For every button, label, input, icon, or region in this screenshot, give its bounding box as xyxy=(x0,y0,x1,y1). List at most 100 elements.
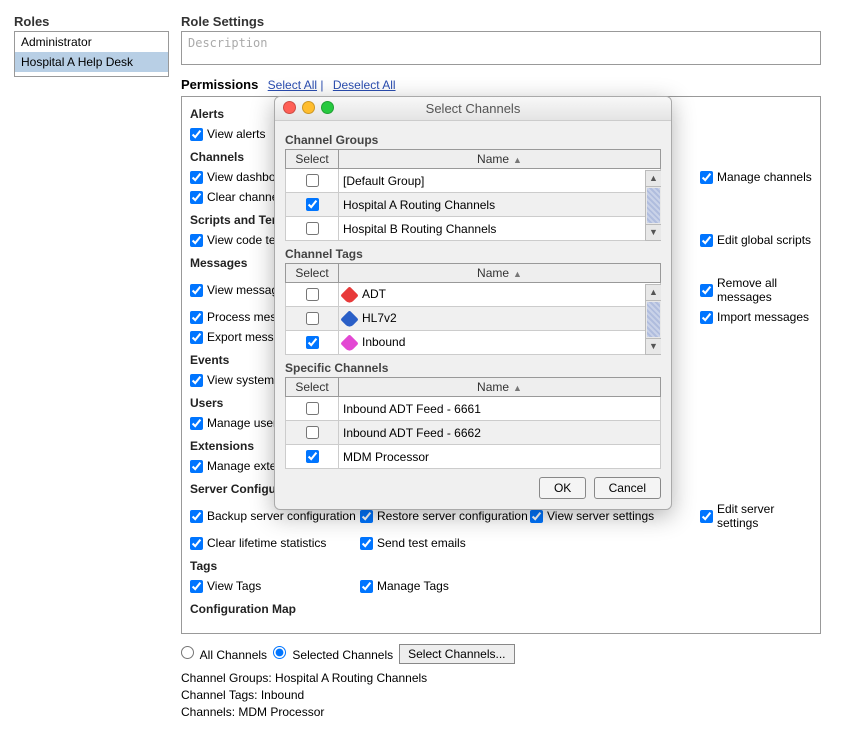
cb-view-server[interactable] xyxy=(530,510,543,523)
row-checkbox[interactable] xyxy=(306,312,319,325)
radio-selected-channels[interactable]: Selected Channels xyxy=(273,646,393,662)
cell[interactable]: Inbound ADT Feed - 6661 xyxy=(339,397,661,421)
lbl: Manage channels xyxy=(717,170,812,184)
tag-icon xyxy=(340,286,358,304)
table-row: Inbound ADT Feed - 6661 xyxy=(286,397,661,421)
sort-asc-icon: ▲ xyxy=(513,383,522,393)
deselect-all-link[interactable]: Deselect All xyxy=(333,78,396,92)
col-name[interactable]: Name▲ xyxy=(339,378,661,397)
lbl: Clear lifetime statistics xyxy=(207,536,326,550)
summary-groups: Channel Groups: Hospital A Routing Chann… xyxy=(181,670,851,687)
cb-remove-all-msg[interactable] xyxy=(700,284,713,297)
cb-view-msg[interactable] xyxy=(190,284,203,297)
group-config-map: Configuration Map xyxy=(190,602,812,616)
scrollbar[interactable]: ▲▼ xyxy=(645,284,661,355)
row-checkbox[interactable] xyxy=(306,174,319,187)
cb-process-msg[interactable] xyxy=(190,311,203,324)
section-tags: Channel Tags xyxy=(285,247,661,261)
lbl: Selected Channels xyxy=(292,648,393,662)
role-item[interactable]: Administrator xyxy=(15,32,168,52)
lbl: View Tags xyxy=(207,579,261,593)
table-row: [Default Group] xyxy=(286,169,661,193)
row-checkbox[interactable] xyxy=(306,222,319,235)
cb-view-tags[interactable] xyxy=(190,580,203,593)
lbl: Send test emails xyxy=(377,536,466,550)
summary-tags: Channel Tags: Inbound xyxy=(181,687,851,704)
col-select[interactable]: Select xyxy=(286,264,339,283)
table-row: Hospital A Routing Channels xyxy=(286,193,661,217)
cb-clear-stats[interactable] xyxy=(190,537,203,550)
cb-view-dash[interactable] xyxy=(190,171,203,184)
cb-send-test[interactable] xyxy=(360,537,373,550)
cb-view-code[interactable] xyxy=(190,234,203,247)
cb-export-msg[interactable] xyxy=(190,331,203,344)
cb-manage-channels[interactable] xyxy=(700,171,713,184)
permissions-label: Permissions xyxy=(181,77,258,92)
cell[interactable]: MDM Processor xyxy=(339,445,661,469)
cancel-button[interactable]: Cancel xyxy=(594,477,661,499)
cell[interactable]: Inbound xyxy=(339,331,661,355)
lbl: Remove all messages xyxy=(717,276,812,304)
cell[interactable]: Hospital A Routing Channels xyxy=(339,193,661,217)
cb-manage-ext[interactable] xyxy=(190,460,203,473)
dialog-title: Select Channels xyxy=(426,101,521,116)
row-checkbox[interactable] xyxy=(306,336,319,349)
cell[interactable]: Inbound ADT Feed - 6662 xyxy=(339,421,661,445)
col-name[interactable]: Name▲ xyxy=(339,150,661,169)
radio-all-channels[interactable]: All Channels xyxy=(181,646,267,662)
table-row: Inbound ADT Feed - 6662 xyxy=(286,421,661,445)
lbl: Edit global scripts xyxy=(717,233,811,247)
cb-manage-tags[interactable] xyxy=(360,580,373,593)
lbl: View alerts xyxy=(207,127,265,141)
lbl: Manage Tags xyxy=(377,579,449,593)
row-checkbox[interactable] xyxy=(306,426,319,439)
cb-view-events[interactable] xyxy=(190,374,203,387)
lbl: Restore server configuration xyxy=(377,509,528,523)
close-icon[interactable] xyxy=(283,101,296,114)
cb-edit-global[interactable] xyxy=(700,234,713,247)
cb-restore[interactable] xyxy=(360,510,373,523)
lbl: Manage users xyxy=(207,416,283,430)
row-checkbox[interactable] xyxy=(306,198,319,211)
lbl: Import messages xyxy=(717,310,809,324)
scrollbar[interactable]: ▲▼ xyxy=(645,170,661,241)
col-select[interactable]: Select xyxy=(286,378,339,397)
group-tags: Tags xyxy=(190,559,812,573)
description-input[interactable]: Description xyxy=(181,31,821,65)
role-item[interactable]: Hospital A Help Desk xyxy=(15,52,168,72)
dialog-titlebar: Select Channels xyxy=(275,97,671,121)
row-checkbox[interactable] xyxy=(306,450,319,463)
ok-button[interactable]: OK xyxy=(539,477,586,499)
lbl: View server settings xyxy=(547,509,654,523)
channels-table: SelectName▲ Inbound ADT Feed - 6661 Inbo… xyxy=(285,377,661,469)
table-row: Inbound xyxy=(286,331,661,355)
table-row: Hospital B Routing Channels xyxy=(286,217,661,241)
row-checkbox[interactable] xyxy=(306,402,319,415)
cell[interactable]: HL7v2 xyxy=(339,307,661,331)
cb-import-msg[interactable] xyxy=(700,311,713,324)
cell[interactable]: Hospital B Routing Channels xyxy=(339,217,661,241)
zoom-icon[interactable] xyxy=(321,101,334,114)
tag-icon xyxy=(340,334,358,352)
cb-edit-server[interactable] xyxy=(700,510,713,523)
cell[interactable]: [Default Group] xyxy=(339,169,661,193)
minimize-icon[interactable] xyxy=(302,101,315,114)
select-channels-button[interactable]: Select Channels... xyxy=(399,644,514,664)
sort-asc-icon: ▲ xyxy=(513,269,522,279)
cb-manage-users[interactable] xyxy=(190,417,203,430)
row-checkbox[interactable] xyxy=(306,288,319,301)
col-name[interactable]: Name▲ xyxy=(339,264,661,283)
cb-backup[interactable] xyxy=(190,510,203,523)
role-settings-title: Role Settings xyxy=(181,14,851,29)
tag-icon xyxy=(340,310,358,328)
col-select[interactable]: Select xyxy=(286,150,339,169)
section-groups: Channel Groups xyxy=(285,133,661,147)
table-row: MDM Processor xyxy=(286,445,661,469)
select-all-link[interactable]: Select All xyxy=(268,78,317,92)
cell[interactable]: ADT xyxy=(339,283,661,307)
select-channels-dialog: Select Channels Channel Groups SelectNam… xyxy=(274,96,672,510)
cb-view-alerts[interactable] xyxy=(190,128,203,141)
lbl: All Channels xyxy=(200,648,267,662)
lbl: Edit server settings xyxy=(717,502,812,530)
cb-clear-channels[interactable] xyxy=(190,191,203,204)
